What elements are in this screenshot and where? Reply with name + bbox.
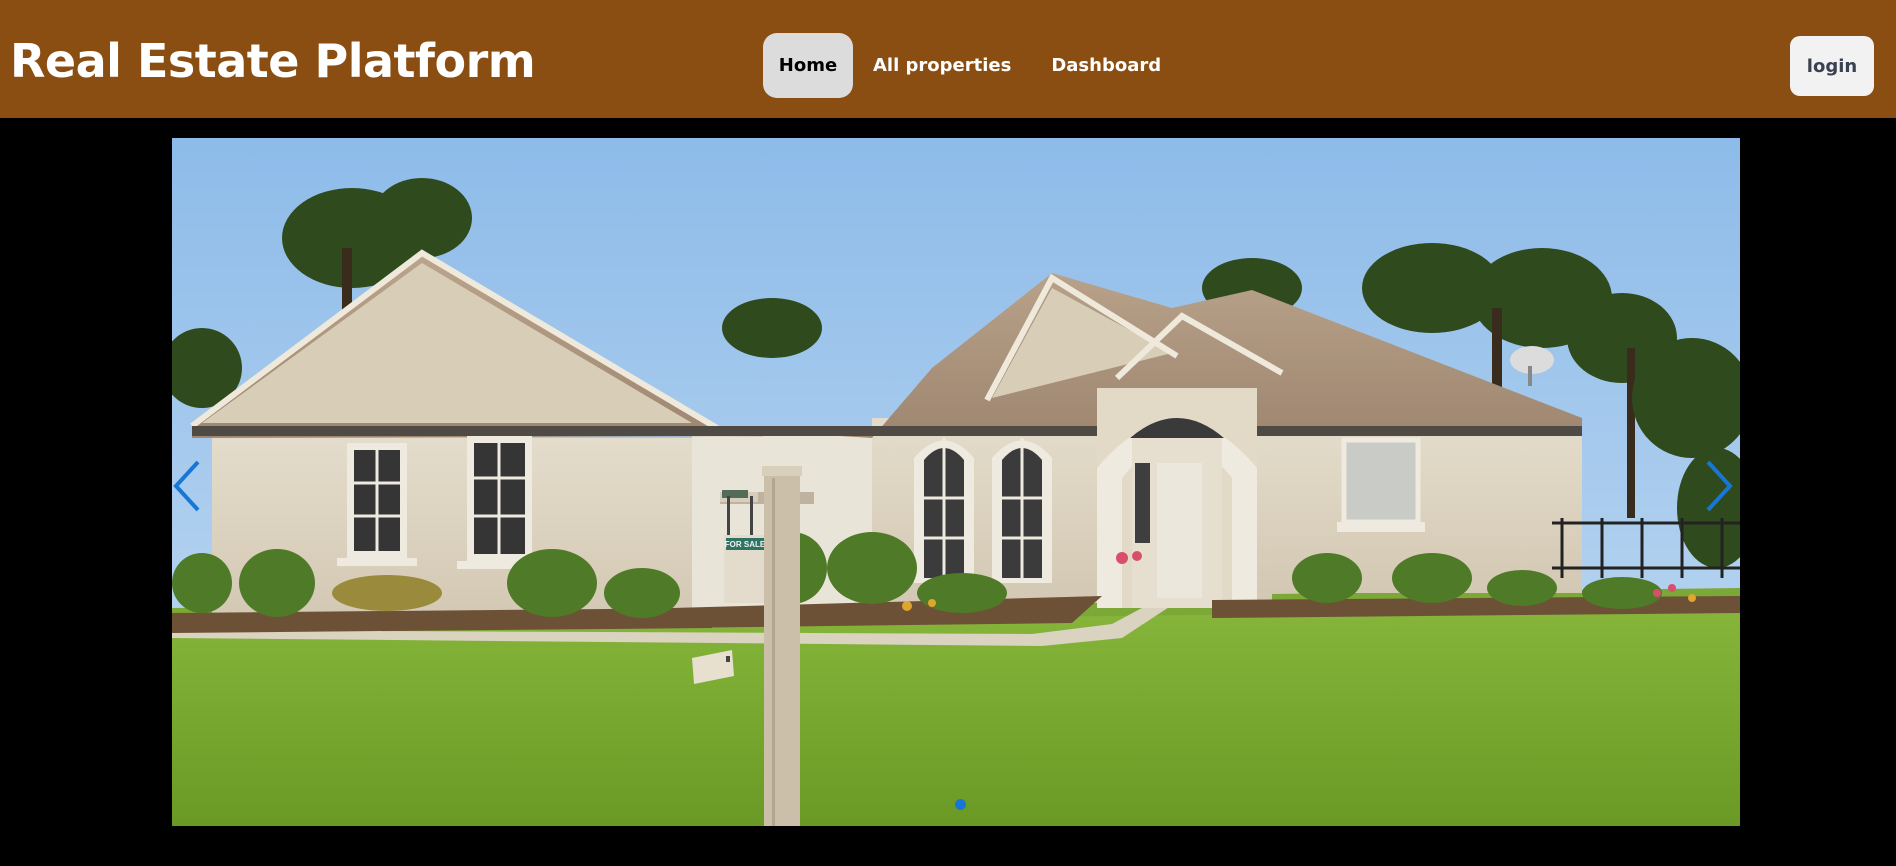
brand-title[interactable]: Real Estate Platform (10, 34, 536, 88)
navbar: Real Estate Platform Home All properties… (0, 0, 1896, 118)
nav-dashboard-link[interactable]: Dashboard (1031, 33, 1181, 98)
nav-home-link[interactable]: Home (763, 33, 853, 98)
house-for-sale-photo: FOR SALE (172, 138, 1740, 826)
main-nav: Home All properties Dashboard (763, 33, 1181, 98)
sign-text: FOR SALE (725, 540, 766, 549)
chevron-right-icon (1706, 460, 1733, 512)
chevron-left-icon (173, 460, 200, 512)
carousel-indicator[interactable] (955, 799, 966, 810)
carousel-prev-button[interactable] (172, 454, 218, 518)
property-carousel: FOR SALE (172, 138, 1740, 826)
carousel-next-button[interactable] (1688, 454, 1738, 518)
nav-all-properties-link[interactable]: All properties (853, 33, 1031, 98)
login-button[interactable]: login (1790, 36, 1874, 96)
